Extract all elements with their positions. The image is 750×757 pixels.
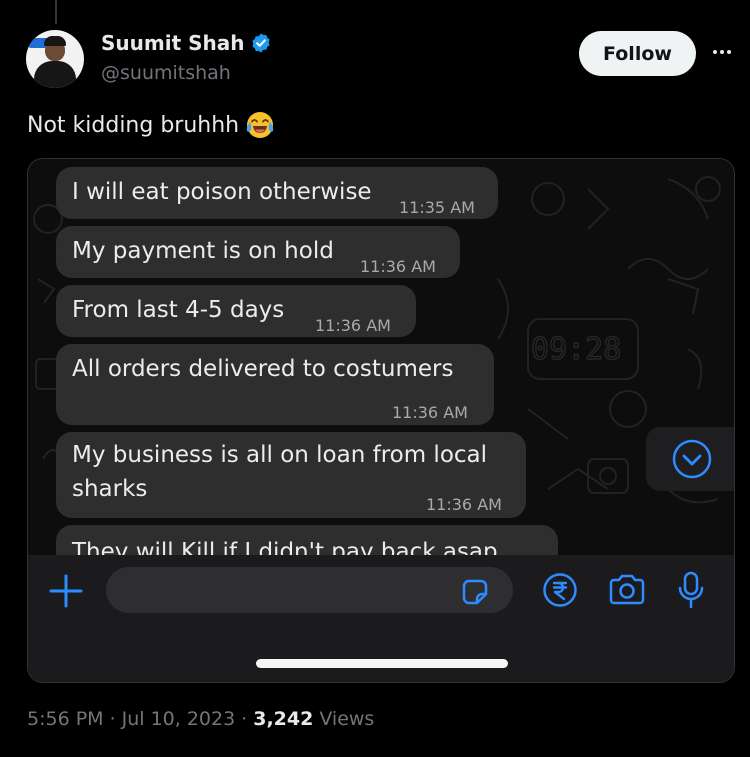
- author-handle[interactable]: @suumitshah: [101, 62, 231, 84]
- author-name[interactable]: Suumit Shah: [101, 31, 244, 55]
- avatar[interactable]: [26, 30, 84, 88]
- follow-button[interactable]: Follow: [579, 31, 696, 76]
- rupee-payment-icon[interactable]: [542, 572, 578, 608]
- meta-separator: ·: [109, 708, 116, 730]
- message-bubble: They will Kill if I didn't pay back asap: [56, 525, 558, 555]
- message-text-line-1: My business is all on loan from local: [72, 442, 488, 468]
- thread-connector-line: [55, 0, 57, 24]
- message-bubble: My payment is on hold 11:36 AM: [56, 226, 460, 278]
- message-bubble: From last 4-5 days 11:36 AM: [56, 285, 416, 337]
- meta-separator: ·: [241, 708, 248, 730]
- message-text: All orders delivered to costumers: [72, 356, 454, 382]
- message-text: I will eat poison otherwise: [72, 179, 372, 205]
- message-text: From last 4-5 days: [72, 297, 285, 323]
- verified-badge-icon: [252, 33, 271, 53]
- message-text: My payment is on hold: [72, 238, 334, 264]
- attached-chat-screenshot[interactable]: 09:28 I will eat poison otherwise 11:35 …: [27, 158, 735, 683]
- chat-input-bar: [28, 555, 734, 682]
- message-time: 11:36 AM: [392, 403, 468, 422]
- message-input-field[interactable]: [106, 567, 513, 613]
- tweet-metadata: 5:56 PM · Jul 10, 2023 · 3,242 Views: [27, 708, 374, 730]
- wallpaper-clock-text: 09:28: [531, 332, 621, 367]
- microphone-icon[interactable]: [676, 570, 706, 610]
- message-bubble: All orders delivered to costumers 11:36 …: [56, 344, 494, 425]
- home-indicator-bar: [256, 659, 508, 668]
- author-name-row[interactable]: Suumit Shah: [101, 31, 272, 55]
- message-time: 11:35 AM: [399, 198, 475, 217]
- message-text: They will Kill if I didn't pay back asap: [72, 539, 498, 555]
- message-text-line-2: sharks: [72, 476, 148, 502]
- sticker-icon[interactable]: [460, 577, 490, 607]
- chevron-down-circle-icon: [672, 439, 712, 479]
- tweet-text: Not kidding bruhhh: [27, 110, 275, 140]
- tears-of-joy-emoji-icon: [246, 112, 274, 138]
- message-bubble: I will eat poison otherwise 11:35 AM: [56, 167, 498, 219]
- views-label[interactable]: Views: [319, 708, 374, 730]
- message-time: 11:36 AM: [315, 316, 391, 335]
- message-time: 11:36 AM: [426, 495, 502, 514]
- camera-icon[interactable]: [607, 572, 647, 608]
- tweet-body: Not kidding bruhhh: [27, 112, 240, 138]
- avatar-hair: [44, 36, 66, 46]
- more-options-icon[interactable]: [708, 38, 736, 66]
- tweet-time[interactable]: 5:56 PM: [27, 708, 104, 730]
- avatar-body: [34, 61, 76, 88]
- plus-icon[interactable]: [48, 573, 84, 609]
- scroll-to-bottom-button[interactable]: [646, 427, 734, 491]
- chat-conversation-area: 09:28 I will eat poison otherwise 11:35 …: [28, 159, 734, 555]
- message-time: 11:36 AM: [360, 257, 436, 276]
- views-count[interactable]: 3,242: [253, 708, 313, 730]
- message-bubble: My business is all on loan from local sh…: [56, 432, 526, 518]
- tweet-date[interactable]: Jul 10, 2023: [122, 708, 236, 730]
